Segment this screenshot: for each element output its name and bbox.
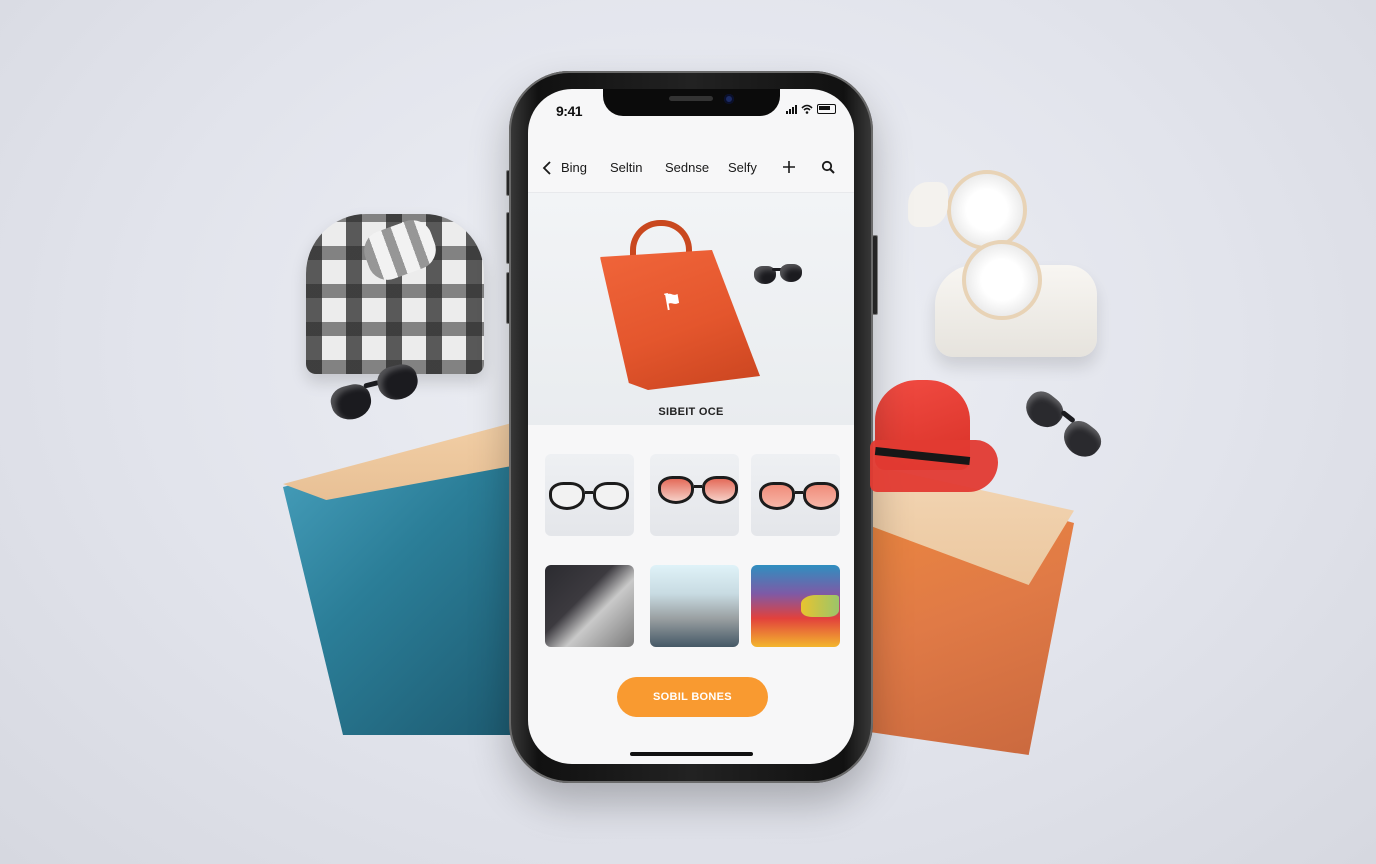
white-bow-prop xyxy=(908,182,948,227)
home-indicator[interactable] xyxy=(630,752,753,756)
camera-icon xyxy=(724,94,734,104)
glasses-clear-image xyxy=(549,482,629,510)
wifi-icon xyxy=(801,104,813,114)
status-icons xyxy=(786,104,836,114)
nav-item-4[interactable]: Selfy xyxy=(728,160,757,175)
hero-caption: SIBEIT OCE xyxy=(658,406,724,418)
product-tile-6[interactable] xyxy=(751,565,840,647)
bag-logo-icon: ⚑ xyxy=(660,287,685,316)
search-icon[interactable] xyxy=(821,160,835,174)
hero-sunglasses-image xyxy=(754,262,804,288)
white-lens-prop-top xyxy=(947,170,1027,250)
nav-item-1[interactable]: Bing xyxy=(561,160,587,175)
product-tile-4[interactable] xyxy=(545,565,634,647)
product-tile-5[interactable] xyxy=(650,565,739,647)
sunglasses-prop-right xyxy=(998,378,1117,495)
top-nav: Bing Seltin Sednse Selfy xyxy=(528,150,854,186)
product-tile-2[interactable] xyxy=(650,454,739,536)
phone-screen xyxy=(528,89,854,764)
nav-item-3[interactable]: Sednse xyxy=(665,160,709,175)
glasses-orange-image xyxy=(759,482,839,510)
product-tile-1[interactable] xyxy=(545,454,634,536)
signal-icon xyxy=(786,104,797,114)
white-lens-prop-bottom xyxy=(962,240,1042,320)
plus-icon[interactable] xyxy=(782,160,796,174)
primary-cta-button[interactable]: SOBIL BONES xyxy=(617,677,768,717)
battery-icon xyxy=(817,104,836,114)
nav-item-2[interactable]: Seltin xyxy=(610,160,643,175)
chevron-left-icon[interactable] xyxy=(542,160,552,176)
phone-speaker xyxy=(669,96,713,101)
status-time: 9:41 xyxy=(556,103,583,119)
phone-notch xyxy=(603,89,780,116)
glasses-red-image xyxy=(658,476,738,504)
tile-figure xyxy=(801,595,839,617)
product-tile-3[interactable] xyxy=(751,454,840,536)
